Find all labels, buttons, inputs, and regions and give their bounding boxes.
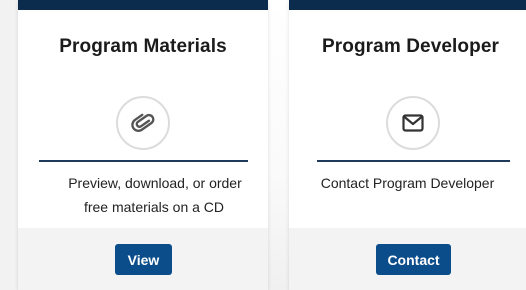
card-divider	[39, 160, 248, 162]
card-title: Program Developer	[322, 36, 499, 57]
card-description-line: Preview, download, or order	[68, 175, 242, 191]
paperclip-icon	[131, 113, 155, 132]
card-program-developer: Program Developer Contact Program Develo…	[289, 0, 526, 290]
page-left-gutter	[0, 0, 18, 290]
card-header-bar	[289, 0, 526, 10]
card-description: Contact Program Developer	[299, 171, 516, 195]
view-button[interactable]: View	[115, 244, 172, 275]
card-description-line: free materials on a CD	[83, 199, 225, 215]
card-header-bar	[18, 0, 268, 10]
contact-button[interactable]: Contact	[376, 244, 451, 275]
paperclip-icon-badge	[116, 96, 170, 150]
envelope-icon-badge	[386, 96, 440, 150]
card-title: Program Materials	[59, 36, 227, 57]
envelope-icon	[402, 114, 424, 132]
card-divider	[317, 160, 510, 162]
card-program-materials: Program Materials Preview, download, or …	[18, 0, 268, 290]
card-description: Preview, download, or order free materia…	[42, 171, 268, 219]
card-description-line: Contact Program Developer	[320, 175, 495, 191]
